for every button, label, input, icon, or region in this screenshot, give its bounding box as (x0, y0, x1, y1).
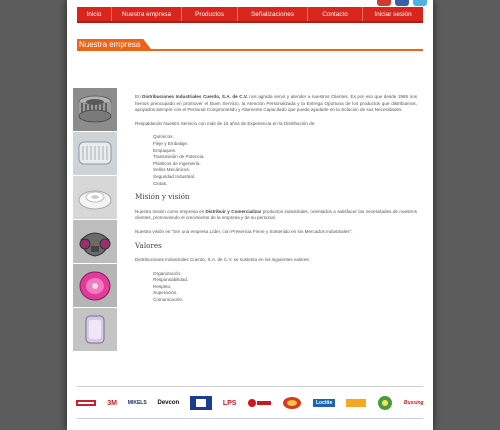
intro-paragraph: En Distribuciones Industriales Cuerdo, S… (135, 94, 417, 114)
products-list: Químicos. Fleje y Embalaje. Empaques. Tr… (153, 134, 417, 187)
main-content: En Distribuciones Industriales Cuerdo, S… (135, 94, 417, 311)
values-list: Organización. Responsabilidad. Respeto. … (153, 271, 417, 304)
logos-top-divider (77, 386, 423, 387)
list-item: Sellos Mecánicos. (153, 167, 191, 173)
brand-logo-orange[interactable] (346, 399, 367, 407)
brand-logo-devcon[interactable]: Devcon (158, 400, 180, 406)
brand-logo-bussing[interactable]: Bussing (404, 400, 424, 406)
brand-logo-loctite[interactable] (247, 398, 272, 408)
values-heading: Valores (135, 240, 162, 250)
vision-paragraph: Nuestra visión es "Ser una empresa Líder… (135, 228, 353, 234)
brand-logo-1[interactable] (76, 398, 97, 408)
list-item: Seguridad Industrial. (153, 173, 196, 179)
list-item: Organización. (153, 270, 182, 276)
mission-prefix: Nuestra misión como empresa es (135, 208, 206, 214)
brand-logo-mikels[interactable]: MIKELS (128, 400, 147, 406)
support-paragraph: Respaldando Nuestro Servicio con más de … (135, 120, 316, 126)
brand-logo-green[interactable] (377, 395, 393, 411)
half-mask-photo (73, 220, 117, 263)
list-item: Comunicación. (153, 297, 184, 303)
product-photo-column (73, 88, 117, 352)
facebook-icon[interactable] (395, 0, 409, 6)
nav-item-inicio[interactable]: Inicio (77, 7, 112, 21)
company-name: Distribuciones Industriales Cuerdo, S.A.… (142, 94, 248, 99)
nav-item-senalizaciones[interactable]: Señalizaciones (238, 7, 308, 21)
logos-bottom-divider (77, 418, 423, 419)
list-item: Cintas. (153, 180, 168, 186)
page-container: Inicio Nuestra empresa Productos Señaliz… (67, 0, 433, 430)
values-intro: Distribuciones Industriales Cuerdo, S.A.… (135, 257, 310, 263)
social-links (377, 0, 427, 6)
mission-heading: Misión y visión (135, 192, 190, 202)
brand-logo-tuk[interactable]: Loctite (312, 399, 336, 407)
nav-item-contacto[interactable]: Contacto (308, 7, 363, 21)
nav-item-nuestra-empresa[interactable]: Nuestra empresa (112, 7, 182, 21)
mission-paragraph: Nuestra misión como empresa es Distribui… (135, 209, 417, 222)
list-item: Químicos. (153, 134, 174, 140)
youtube-icon[interactable] (377, 0, 391, 6)
nav-item-iniciar-sesion[interactable]: Iniciar sesión (363, 7, 423, 21)
brand-logo-red-burst[interactable] (282, 396, 302, 410)
pink-filter-photo (73, 264, 117, 307)
nav-item-productos[interactable]: Productos (182, 7, 238, 21)
bearing-photo (73, 88, 117, 131)
brand-logo-3m[interactable]: 3M (107, 400, 117, 407)
list-item: Empaques. (153, 147, 177, 153)
main-nav: Inicio Nuestra empresa Productos Señaliz… (77, 7, 423, 23)
cartridge-photo (73, 308, 117, 351)
list-item: Respeto. (153, 283, 172, 289)
brand-logos: 3M MIKELS Devcon LPS Loctite Bussing (67, 393, 433, 413)
title-underline (77, 49, 423, 51)
list-item: Fleje y Embalaje. (153, 140, 189, 146)
list-item: Plásticos de Ingeniería. (153, 160, 201, 166)
list-item: Transmisión de Potencia. (153, 154, 205, 160)
twitter-icon[interactable] (413, 0, 427, 6)
brand-logo-blue-box[interactable] (190, 396, 213, 410)
brand-logo-lps[interactable]: LPS (223, 400, 237, 407)
list-item: Responsabilidad. (153, 277, 189, 283)
respirator-filter-photo (73, 176, 117, 219)
mission-bold: Distribuir y Comercializar (205, 208, 262, 214)
filter-cartridge-photo (73, 132, 117, 175)
list-item: Superación. (153, 290, 178, 296)
